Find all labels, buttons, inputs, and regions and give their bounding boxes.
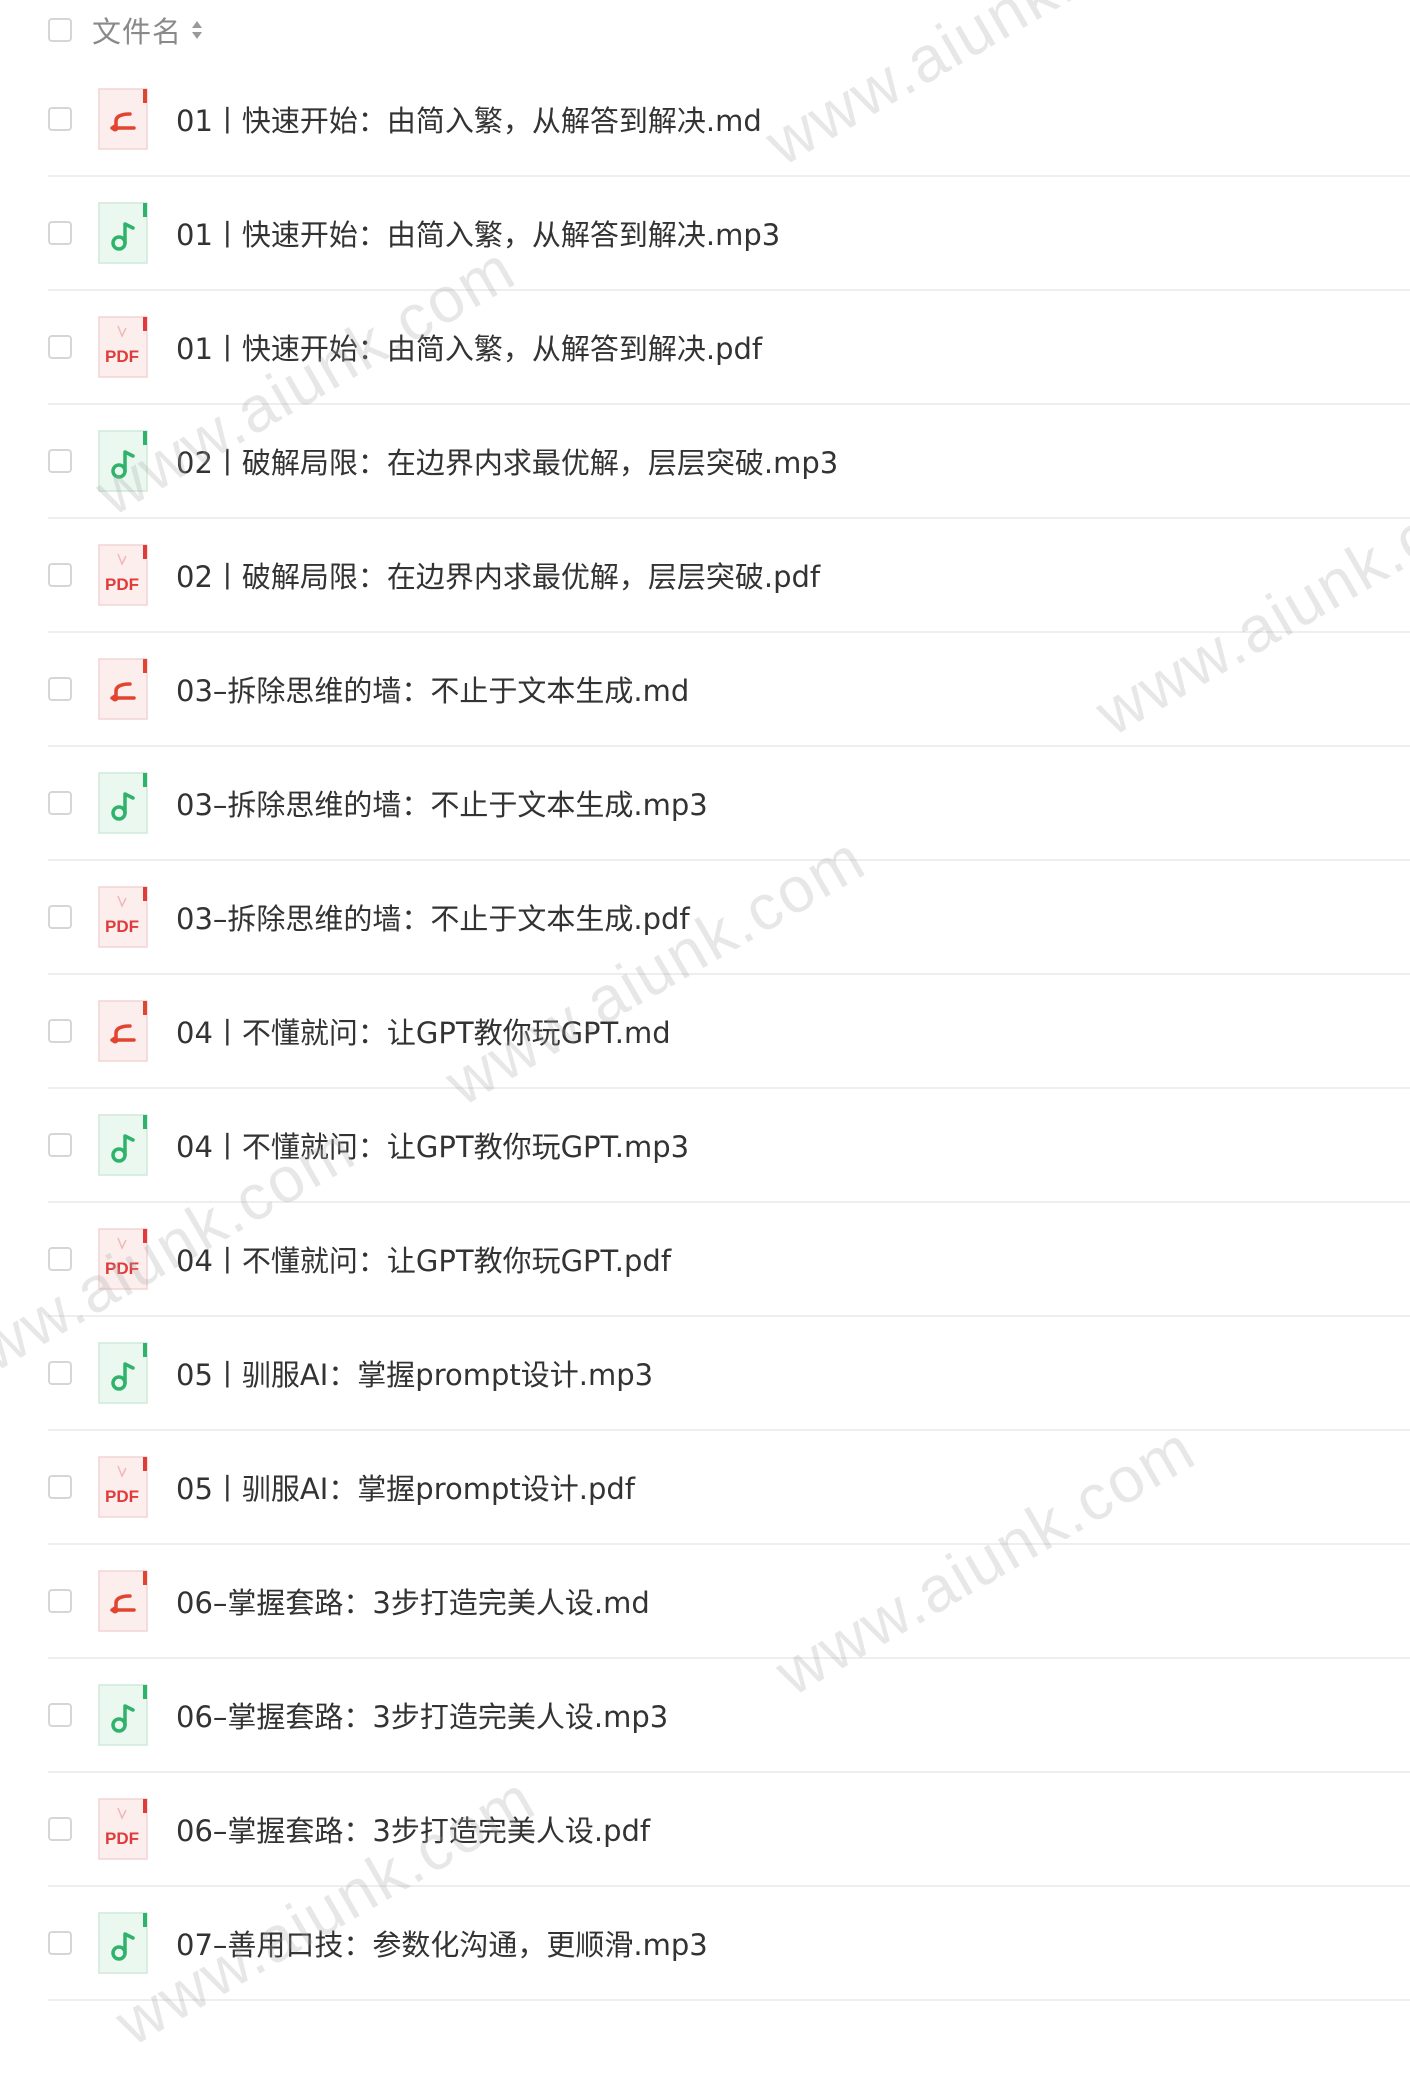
- svg-text:PDF: PDF: [105, 917, 139, 936]
- file-row[interactable]: 02丨破解局限：在边界内求最优解，层层突破.mp3: [48, 405, 1410, 519]
- audio-file-icon: [72, 430, 148, 492]
- audio-file-icon: [72, 1684, 148, 1746]
- file-row[interactable]: 04丨不懂就问：让GPT教你玩GPT.mp3: [48, 1089, 1410, 1203]
- row-checkbox[interactable]: [48, 905, 72, 929]
- file-list: 01丨快速开始：由简入繁，从解答到解决.md 01丨快速开始：由简入繁，从解答到…: [48, 63, 1410, 2001]
- file-name[interactable]: 01丨快速开始：由简入繁，从解答到解决.md: [176, 98, 762, 140]
- sort-icon[interactable]: [190, 19, 204, 41]
- row-checkbox[interactable]: [48, 1817, 72, 1841]
- row-checkbox[interactable]: [48, 1931, 72, 1955]
- file-row[interactable]: PDF 02丨破解局限：在边界内求最优解，层层突破.pdf: [48, 519, 1410, 633]
- file-name[interactable]: 03–拆除思维的墙：不止于文本生成.pdf: [176, 896, 690, 938]
- audio-file-icon: [72, 772, 148, 834]
- row-checkbox[interactable]: [48, 449, 72, 473]
- audio-file-icon: [72, 1912, 148, 1974]
- filename-column-header[interactable]: 文件名: [92, 9, 182, 51]
- audio-file-icon: [72, 1342, 148, 1404]
- pdf-file-icon: PDF: [72, 544, 148, 606]
- row-checkbox[interactable]: [48, 791, 72, 815]
- markdown-file-icon: [72, 88, 148, 150]
- file-name[interactable]: 03–拆除思维的墙：不止于文本生成.mp3: [176, 782, 708, 824]
- svg-text:PDF: PDF: [105, 1829, 139, 1848]
- file-name[interactable]: 06–掌握套路：3步打造完美人设.md: [176, 1580, 650, 1622]
- svg-text:PDF: PDF: [105, 1487, 139, 1506]
- file-row[interactable]: 07–善用口技：参数化沟通，更顺滑.mp3: [48, 1887, 1410, 2001]
- file-row[interactable]: 01丨快速开始：由简入繁，从解答到解决.md: [48, 63, 1410, 177]
- file-name[interactable]: 07–善用口技：参数化沟通，更顺滑.mp3: [176, 1922, 708, 1964]
- file-name[interactable]: 05丨驯服AI：掌握prompt设计.pdf: [176, 1466, 635, 1508]
- row-checkbox[interactable]: [48, 563, 72, 587]
- list-header: 文件名: [48, 8, 204, 52]
- row-checkbox[interactable]: [48, 1133, 72, 1157]
- markdown-file-icon: [72, 1570, 148, 1632]
- pdf-file-icon: PDF: [72, 316, 148, 378]
- row-checkbox[interactable]: [48, 1247, 72, 1271]
- file-row[interactable]: PDF 05丨驯服AI：掌握prompt设计.pdf: [48, 1431, 1410, 1545]
- row-checkbox[interactable]: [48, 221, 72, 245]
- file-row[interactable]: 06–掌握套路：3步打造完美人设.md: [48, 1545, 1410, 1659]
- row-checkbox[interactable]: [48, 107, 72, 131]
- markdown-file-icon: [72, 658, 148, 720]
- file-row[interactable]: 05丨驯服AI：掌握prompt设计.mp3: [48, 1317, 1410, 1431]
- file-name[interactable]: 01丨快速开始：由简入繁，从解答到解决.pdf: [176, 326, 762, 368]
- row-checkbox[interactable]: [48, 1703, 72, 1727]
- file-name[interactable]: 04丨不懂就问：让GPT教你玩GPT.mp3: [176, 1124, 689, 1166]
- file-row[interactable]: PDF 03–拆除思维的墙：不止于文本生成.pdf: [48, 861, 1410, 975]
- file-row[interactable]: 01丨快速开始：由简入繁，从解答到解决.mp3: [48, 177, 1410, 291]
- pdf-file-icon: PDF: [72, 886, 148, 948]
- audio-file-icon: [72, 202, 148, 264]
- file-row[interactable]: 03–拆除思维的墙：不止于文本生成.mp3: [48, 747, 1410, 861]
- svg-text:PDF: PDF: [105, 1259, 139, 1278]
- file-row[interactable]: PDF 06–掌握套路：3步打造完美人设.pdf: [48, 1773, 1410, 1887]
- row-checkbox[interactable]: [48, 335, 72, 359]
- file-name[interactable]: 06–掌握套路：3步打造完美人设.pdf: [176, 1808, 650, 1850]
- row-checkbox[interactable]: [48, 677, 72, 701]
- select-all-checkbox[interactable]: [48, 18, 72, 42]
- row-checkbox[interactable]: [48, 1361, 72, 1385]
- file-name[interactable]: 01丨快速开始：由简入繁，从解答到解决.mp3: [176, 212, 780, 254]
- row-checkbox[interactable]: [48, 1475, 72, 1499]
- file-name[interactable]: 02丨破解局限：在边界内求最优解，层层突破.pdf: [176, 554, 820, 596]
- file-browser: 文件名 01丨快速开始：由简入繁，从解答到解决.md 01丨快速开始：由简入繁，…: [0, 0, 1410, 2082]
- svg-text:PDF: PDF: [105, 575, 139, 594]
- file-name[interactable]: 04丨不懂就问：让GPT教你玩GPT.pdf: [176, 1238, 671, 1280]
- file-name[interactable]: 05丨驯服AI：掌握prompt设计.mp3: [176, 1352, 653, 1394]
- file-name[interactable]: 06–掌握套路：3步打造完美人设.mp3: [176, 1694, 668, 1736]
- file-row[interactable]: 03–拆除思维的墙：不止于文本生成.md: [48, 633, 1410, 747]
- pdf-file-icon: PDF: [72, 1798, 148, 1860]
- svg-text:PDF: PDF: [105, 347, 139, 366]
- file-name[interactable]: 04丨不懂就问：让GPT教你玩GPT.md: [176, 1010, 671, 1052]
- file-row[interactable]: 04丨不懂就问：让GPT教你玩GPT.md: [48, 975, 1410, 1089]
- markdown-file-icon: [72, 1000, 148, 1062]
- file-name[interactable]: 03–拆除思维的墙：不止于文本生成.md: [176, 668, 689, 710]
- file-row[interactable]: PDF 01丨快速开始：由简入繁，从解答到解决.pdf: [48, 291, 1410, 405]
- file-row[interactable]: 06–掌握套路：3步打造完美人设.mp3: [48, 1659, 1410, 1773]
- file-name[interactable]: 02丨破解局限：在边界内求最优解，层层突破.mp3: [176, 440, 838, 482]
- pdf-file-icon: PDF: [72, 1228, 148, 1290]
- file-row[interactable]: PDF 04丨不懂就问：让GPT教你玩GPT.pdf: [48, 1203, 1410, 1317]
- row-checkbox[interactable]: [48, 1019, 72, 1043]
- row-checkbox[interactable]: [48, 1589, 72, 1613]
- pdf-file-icon: PDF: [72, 1456, 148, 1518]
- audio-file-icon: [72, 1114, 148, 1176]
